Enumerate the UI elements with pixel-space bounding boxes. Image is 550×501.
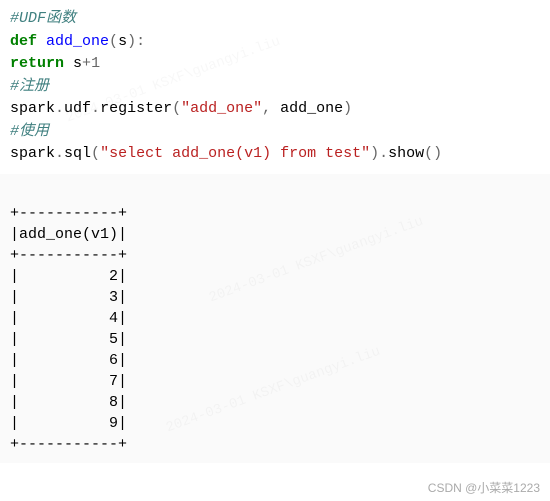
output-row: | 3| — [10, 289, 127, 306]
output-separator: +-----------+ — [10, 247, 127, 264]
code-line-register: spark.udf.register("add_one", add_one) — [10, 98, 540, 121]
kw-return: return — [10, 55, 64, 72]
code-line-return: return s+1 — [10, 53, 540, 76]
output-row: | 8| — [10, 394, 127, 411]
output-row: | 9| — [10, 415, 127, 432]
comment: #使用 — [10, 123, 49, 140]
code-line-def: def add_one(s): — [10, 31, 540, 54]
kw-def: def — [10, 33, 37, 50]
output-row: | 5| — [10, 331, 127, 348]
code-line-comment-use: #使用 — [10, 121, 540, 144]
code-block: #UDF函数 def add_one(s): return s+1 #注册 sp… — [0, 0, 550, 174]
output-separator: +-----------+ — [10, 205, 127, 222]
credit-text: CSDN @小菜菜1223 — [428, 479, 540, 497]
output-row: | 7| — [10, 373, 127, 390]
output-block: +-----------+ |add_one(v1)| +-----------… — [0, 174, 550, 463]
code-line-comment-register: #注册 — [10, 76, 540, 99]
output-row: | 2| — [10, 268, 127, 285]
code-line-comment-udf: #UDF函数 — [10, 8, 540, 31]
code-line-use: spark.sql("select add_one(v1) from test"… — [10, 143, 540, 166]
output-row: | 4| — [10, 310, 127, 327]
output-header: |add_one(v1)| — [10, 226, 127, 243]
param: s — [118, 33, 127, 50]
output-separator: +-----------+ — [10, 436, 127, 453]
output-row: | 6| — [10, 352, 127, 369]
comment: #UDF函数 — [10, 10, 76, 27]
comment: #注册 — [10, 78, 49, 95]
func-name: add_one — [46, 33, 109, 50]
